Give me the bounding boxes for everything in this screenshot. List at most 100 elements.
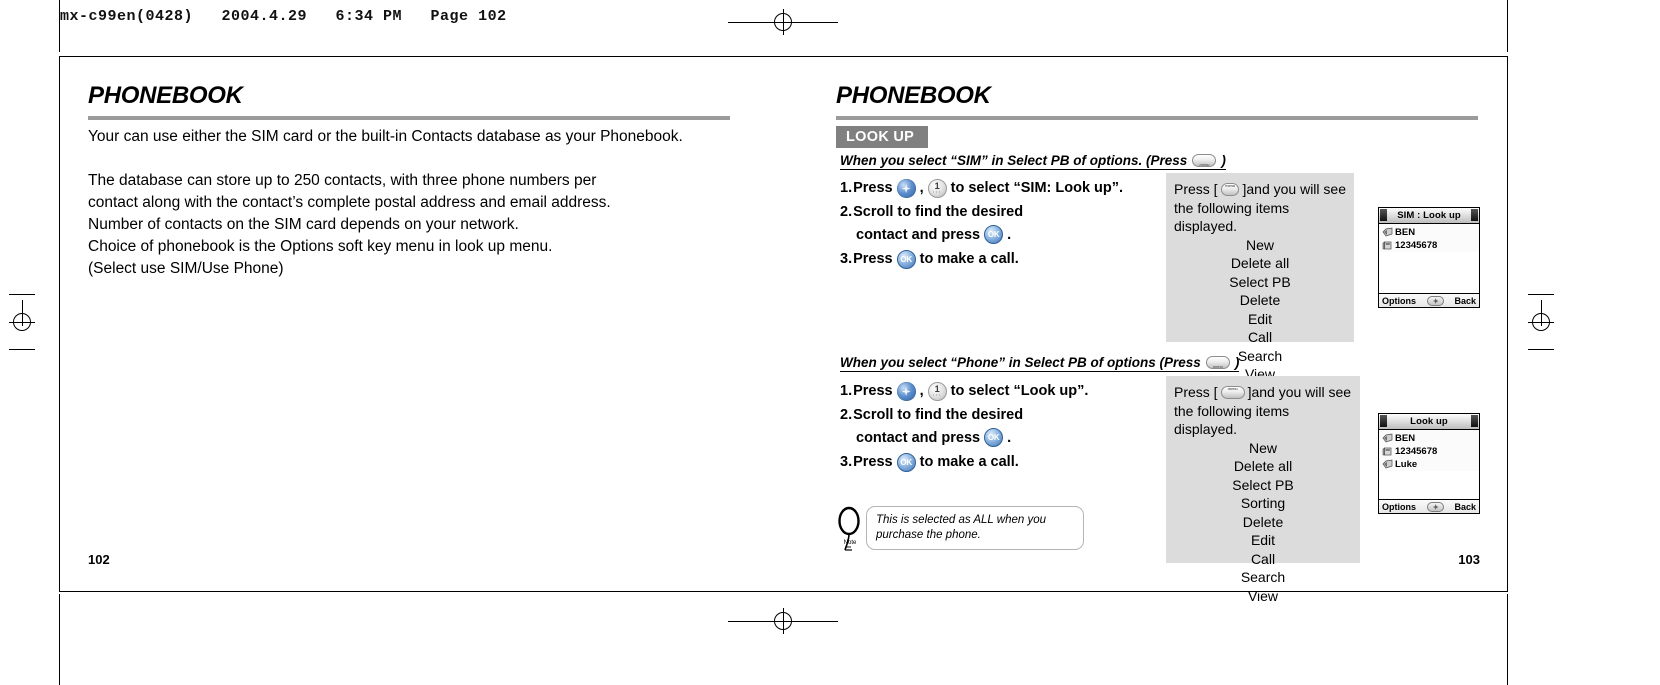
number-icon (1382, 240, 1393, 251)
step-3-sim: 3. Press OK to make a call. (840, 250, 1019, 269)
step-2-phone-line2-after: . (1007, 429, 1012, 446)
ok-key-icon: OK (984, 428, 1004, 447)
info-item-delete-all: Delete all (1230, 255, 1290, 271)
menu-key-icon (1192, 154, 1217, 167)
number-icon (1382, 446, 1393, 457)
phone-softkey-bar-phone: Options Back (1379, 499, 1479, 513)
one-key-icon: 1 ··· (927, 382, 947, 401)
phone-list-item: BEN (1382, 226, 1479, 239)
trim-mark-left-tick (9, 294, 35, 295)
phone-list-item: 12345678 (1382, 239, 1479, 252)
menu-key-icon (1220, 177, 1240, 196)
step-3-phone-after: to make a call. (919, 454, 1019, 470)
trim-mark-right-top (1507, 0, 1508, 52)
step-2-phone-number: 2. (840, 407, 853, 423)
phone-title-phone: Look up (1410, 416, 1448, 427)
info-panel-sim-lead: Press [ ]and you will see (1174, 177, 1346, 199)
info-panel-sim: Press [ ]and you will see the following … (1166, 173, 1354, 382)
step-1-sim-number: 1. (840, 180, 853, 196)
info-panel-sim-lead-before: Press [ (1174, 181, 1218, 197)
subhead-sim-text-end: ) (1221, 153, 1226, 168)
phone-list-item: 12345678 (1382, 445, 1479, 458)
info-item-select-pb: Select PB (1232, 476, 1294, 493)
info-item-select-pb: Select PB (1229, 273, 1291, 290)
left-paragraph-2: The database can store up to 250 contact… (88, 172, 597, 189)
info-item-new: New (1248, 439, 1277, 456)
registration-cross-right-v (1541, 300, 1542, 326)
softkey-options[interactable]: Options (1382, 296, 1416, 306)
step-3-phone-number: 3. (840, 454, 853, 470)
subhead-phone: When you select “Phone” in Select PB of … (840, 355, 1240, 372)
step-2-phone-line2: contact and press OK . (856, 428, 1011, 447)
step-3-phone: 3. Press OK to make a call. (840, 453, 1019, 472)
registration-cross-bottom-v (783, 608, 784, 634)
contact-icon (1382, 227, 1393, 238)
svg-text:Note: Note (844, 540, 857, 546)
ok-key-icon: OK (896, 250, 916, 269)
step-2-phone-line2-before: contact and press (856, 429, 981, 446)
softkey-back[interactable]: Back (1454, 502, 1476, 512)
step-1-sim-comma: , (919, 180, 924, 196)
info-panel-phone-lead: Press [ ]and you will see (1174, 380, 1352, 402)
info-item-delete: Delete (1239, 292, 1281, 308)
info-item-new: New (1245, 236, 1274, 253)
phone-list-item-label: 12345678 (1395, 240, 1438, 251)
info-item-sorting: Sorting (1240, 495, 1286, 511)
info-panel-sim-lead2: the following items displayed. (1174, 199, 1290, 235)
step-2-sim-line2-after: . (1007, 226, 1012, 243)
step-2-sim-line1: 2. Scroll to find the desired (840, 203, 1023, 222)
left-paragraph-6: (Select use SIM/Use Phone) (88, 260, 284, 277)
nav-key-icon (896, 382, 916, 401)
info-item-call: Call (1250, 550, 1276, 567)
phone-list-item-label: Luke (1395, 459, 1418, 470)
left-page: PHONEBOOK Your can use either the SIM ca… (60, 56, 784, 591)
right-page-number: 103 (1458, 552, 1480, 567)
nav-key-icon (896, 179, 916, 198)
step-1-phone: 1. Press , 1 ··· to select “Look up”. (840, 382, 1088, 401)
subhead-phone-text-end: ) (1234, 355, 1240, 370)
phone-titlebar-phone: Look up (1379, 414, 1479, 430)
nav-key-icon (1426, 295, 1444, 306)
subhead-phone-text: When you select “Phone” in Select PB of … (840, 355, 1201, 370)
contact-icon (1382, 433, 1393, 444)
step-2-sim-number: 2. (840, 204, 853, 220)
step-1-sim-before: Press (853, 180, 893, 196)
step-3-sim-number: 3. (840, 251, 853, 267)
step-2-sim-line2: contact and press OK . (856, 225, 1011, 244)
titlebar-cap-right-icon (1471, 209, 1478, 221)
step-1-sim-after: to select “SIM: Look up”. (950, 180, 1124, 196)
phone-list-item: BEN (1382, 432, 1479, 445)
step-1-phone-after: to select “Look up”. (950, 383, 1089, 399)
step-3-sim-after: to make a call. (919, 251, 1019, 267)
registration-cross-top-v (783, 9, 784, 35)
phone-softkey-bar-sim: Options Back (1379, 293, 1479, 307)
left-page-number: 102 (88, 552, 110, 567)
info-panel-sim-lead-after: ]and you will see (1242, 181, 1346, 197)
subhead-sim: When you select “SIM” in Select PB of op… (840, 153, 1226, 170)
info-item-edit: Edit (1250, 532, 1276, 548)
left-paragraph-3: contact along with the contact’s complet… (88, 194, 611, 211)
note-icon: Note (836, 504, 866, 552)
step-3-phone-before: Press (853, 454, 893, 470)
phone-body-sim: BEN 12345678 (1379, 224, 1479, 252)
trim-mark-left-bottom (59, 594, 60, 685)
titlebar-cap-right-icon (1471, 415, 1478, 427)
step-2-phone-text: Scroll to find the desired (853, 407, 1024, 423)
softkey-back[interactable]: Back (1454, 296, 1476, 306)
step-1-phone-before: Press (853, 383, 893, 399)
left-paragraph-5: Choice of phonebook is the Options soft … (88, 238, 553, 255)
step-2-phone-line1: 2. Scroll to find the desired (840, 406, 1023, 425)
step-3-sim-before: Press (853, 251, 893, 267)
nav-key-icon (1426, 501, 1444, 512)
step-2-sim-line2-before: contact and press (856, 226, 981, 243)
phone-list-item-label: BEN (1395, 227, 1416, 238)
section-tag-look-up: LOOK UP (836, 126, 929, 148)
one-key-icon: 1 ··· (927, 179, 947, 198)
info-panel-phone: Press [ ]and you will see the following … (1166, 376, 1360, 604)
contact-icon (1382, 459, 1393, 470)
info-panel-phone-lead2: the following items displayed. (1174, 402, 1290, 438)
subhead-sim-text: When you select “SIM” in Select PB of op… (840, 153, 1188, 168)
trim-mark-right-tick (1528, 294, 1554, 295)
right-page: PHONEBOOK LOOK UP When you select “SIM” … (784, 56, 1508, 604)
softkey-options[interactable]: Options (1382, 502, 1416, 512)
